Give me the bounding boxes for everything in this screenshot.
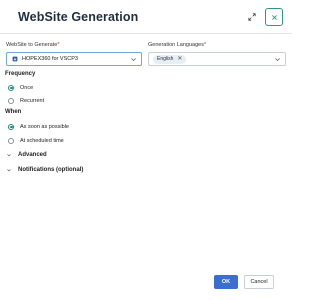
languages-select[interactable]: English ✕	[148, 52, 286, 66]
language-chip-label: English	[157, 56, 174, 62]
frequency-recurrent-option[interactable]: Recurrent	[8, 96, 44, 105]
website-icon	[12, 56, 18, 62]
radio-checked[interactable]	[8, 84, 14, 91]
cancel-button[interactable]: Cancel	[244, 275, 274, 289]
ok-button[interactable]: OK	[214, 275, 238, 289]
chevron-down-icon	[7, 153, 11, 156]
close-icon	[271, 14, 277, 20]
chevron-down-icon	[131, 58, 136, 62]
dialog-header: WebSite Generation	[0, 0, 292, 34]
when-title: When	[5, 109, 22, 115]
when-asap-option[interactable]: As soon as possible	[8, 122, 69, 131]
remove-chip-icon[interactable]: ✕	[177, 56, 182, 62]
radio-unchecked[interactable]	[8, 97, 14, 104]
website-field-label: WebSite to Generate*	[6, 42, 60, 48]
website-generation-dialog: WebSite Generation WebSite to Generate* …	[0, 0, 292, 300]
frequency-title: Frequency	[5, 71, 36, 77]
language-chip: English ✕	[153, 54, 187, 64]
header-divider	[0, 33, 292, 34]
radio-checked[interactable]	[8, 123, 14, 130]
chevron-down-icon	[7, 168, 11, 171]
website-select-value: HOPEX360 for VSCP3	[22, 56, 78, 62]
close-button[interactable]	[265, 8, 283, 26]
chevron-down-icon	[275, 58, 280, 62]
notifications-section-toggle[interactable]: Notifications (optional)	[6, 165, 83, 174]
dialog-title: WebSite Generation	[18, 10, 139, 24]
expand-button[interactable]	[245, 10, 259, 24]
when-scheduled-option[interactable]: At scheduled time	[8, 136, 64, 145]
expand-icon	[248, 13, 256, 21]
frequency-once-option[interactable]: Once	[8, 83, 33, 92]
languages-field-label: Generation Languages*	[148, 42, 207, 48]
advanced-section-toggle[interactable]: Advanced	[6, 150, 47, 159]
website-select[interactable]: HOPEX360 for VSCP3	[6, 52, 142, 66]
radio-unchecked[interactable]	[8, 137, 14, 144]
